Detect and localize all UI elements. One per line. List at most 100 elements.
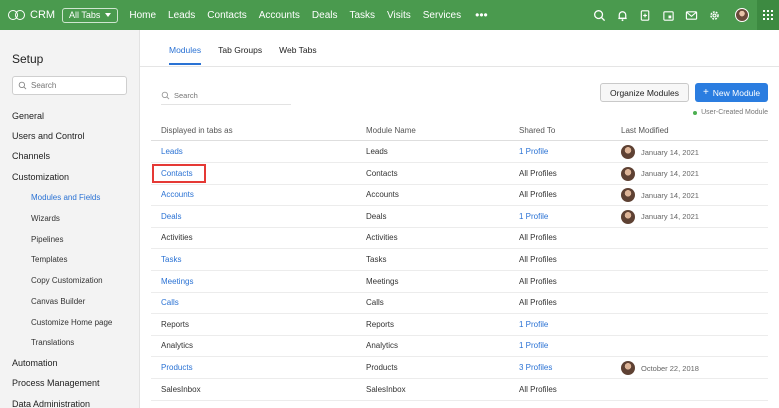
sidebar-subitem-modules-and-fields[interactable]: Modules and Fields — [31, 193, 100, 202]
cell-shared-to[interactable]: 1 Profile — [519, 341, 548, 350]
cell-display-name[interactable]: Calls — [161, 298, 179, 307]
sidebar-item-automation[interactable]: Automation — [12, 358, 58, 368]
tab-modules[interactable]: Modules — [169, 45, 202, 65]
legend-dot — [693, 110, 698, 115]
crm-logo[interactable]: CRM — [8, 9, 60, 21]
sidebar-subitem-canvas-builder[interactable]: Canvas Builder — [31, 297, 85, 306]
mail-icon[interactable] — [684, 8, 698, 22]
modifier-avatar[interactable] — [621, 361, 635, 375]
new-module-button[interactable]: + New Module — [695, 83, 768, 102]
sidebar-item-users-and-control[interactable]: Users and Control — [12, 131, 85, 141]
top-icons — [583, 0, 749, 30]
nav-visits[interactable]: Visits — [387, 10, 411, 21]
sidebar-item-data-administration[interactable]: Data Administration — [12, 399, 90, 408]
cell-module-name: SalesInbox — [366, 384, 406, 394]
tab-tab-groups[interactable]: Tab Groups — [218, 45, 262, 65]
plus-icon: + — [702, 86, 709, 98]
all-tabs-dropdown[interactable]: All Tabs — [62, 7, 119, 23]
table-header: Displayed in tabs as Module Name Shared … — [151, 119, 768, 141]
apps-grid-button[interactable] — [757, 0, 779, 30]
table-row[interactable]: SalesInbox SalesInbox All Profiles — [151, 379, 768, 401]
cell-display-name: Analytics — [161, 341, 194, 351]
table-row[interactable]: Contacts Contacts All Profiles January 14, … — [151, 163, 768, 185]
table-row[interactable]: Accounts Accounts All Profiles January 14, … — [151, 184, 768, 207]
legend-label: User-Created Module — [701, 109, 768, 116]
sidebar-item-channels[interactable]: Channels — [12, 151, 50, 161]
table-row[interactable]: Calls Calls All Profiles — [151, 292, 768, 315]
modified-date: January 14, 2021 — [641, 190, 699, 200]
cell-display-name[interactable]: Leads — [161, 147, 183, 156]
search-icon[interactable] — [592, 8, 606, 22]
add-record-icon[interactable] — [638, 8, 652, 22]
cell-shared-to: All Profiles — [519, 190, 557, 200]
table-row[interactable]: Deals Deals 1 Profile January 14, 2021 — [151, 206, 768, 228]
sidebar-search-input[interactable] — [31, 81, 121, 90]
gear-icon[interactable] — [707, 8, 721, 22]
table-row[interactable]: Tasks Tasks All Profiles — [151, 249, 768, 271]
sidebar-item-general[interactable]: General — [12, 111, 44, 121]
sidebar-search[interactable] — [12, 76, 127, 95]
modifier-avatar[interactable] — [621, 166, 635, 181]
cell-display-name[interactable]: Tasks — [161, 255, 181, 264]
cell-module-name: Contacts — [366, 168, 398, 178]
modifier-avatar[interactable] — [621, 145, 635, 159]
more-modules-icon[interactable]: ••• — [475, 9, 488, 21]
sidebar-subitem-templates[interactable]: Templates — [31, 255, 67, 264]
cell-shared-to[interactable]: 1 Profile — [519, 212, 548, 221]
module-nav: Home Leads Contacts Accounts Deals Tasks… — [129, 0, 487, 30]
table-row[interactable]: Reports Reports 1 Profile — [151, 314, 768, 336]
app-name: CRM — [30, 9, 56, 21]
cell-display-name[interactable]: Accounts — [161, 190, 194, 199]
calendar-icon[interactable] — [661, 8, 675, 22]
cell-display-name: SalesInbox — [161, 384, 201, 394]
cell-shared-to[interactable]: 1 Profile — [519, 320, 548, 329]
nav-accounts[interactable]: Accounts — [259, 10, 300, 21]
module-search-input[interactable] — [174, 91, 284, 100]
nav-home[interactable]: Home — [129, 10, 156, 21]
table-row[interactable]: Meetings Meetings All Profiles — [151, 271, 768, 293]
module-search[interactable] — [161, 87, 291, 105]
table-row[interactable]: Analytics Analytics 1 Profile — [151, 335, 768, 358]
table-row[interactable]: Leads Leads 1 Profile January 14, 2021 — [151, 141, 768, 163]
sidebar-subitem-copy-customization[interactable]: Copy Customization — [31, 276, 103, 285]
organize-modules-button[interactable]: Organize Modules — [600, 83, 689, 102]
sidebar-subitem-pipelines[interactable]: Pipelines — [31, 235, 63, 244]
caret-down-icon — [105, 13, 112, 17]
cell-shared-to[interactable]: 1 Profile — [519, 147, 548, 156]
sidebar-subitem-customize-home-page[interactable]: Customize Home page — [31, 318, 112, 327]
cell-display-name[interactable]: Deals — [161, 212, 181, 221]
nav-tasks[interactable]: Tasks — [349, 10, 375, 21]
cell-shared-to[interactable]: 3 Profiles — [519, 363, 552, 372]
top-nav-bar: CRM All Tabs Home Leads Contacts Account… — [0, 0, 779, 30]
sidebar-subitem-translations[interactable]: Translations — [31, 338, 74, 347]
header-displayed-in-tabs: Displayed in tabs as — [161, 126, 233, 135]
search-icon — [18, 81, 27, 90]
sidebar-item-customization[interactable]: Customization — [12, 172, 69, 182]
nav-leads[interactable]: Leads — [168, 10, 195, 21]
bell-icon[interactable] — [615, 8, 629, 22]
tab-divider — [140, 66, 779, 67]
header-last-modified: Last Modified — [621, 126, 669, 135]
sidebar-subitem-wizards[interactable]: Wizards — [31, 214, 60, 223]
table-row[interactable]: Products Products 3 Profiles October 22, 20… — [151, 357, 768, 379]
cell-last-modified: January 14, 2021 — [621, 145, 699, 159]
modified-date: October 22, 2018 — [641, 363, 699, 373]
cell-shared-to: All Profiles — [519, 384, 557, 394]
nav-deals[interactable]: Deals — [312, 10, 338, 21]
sidebar-item-process-management[interactable]: Process Management — [12, 378, 100, 388]
table-row[interactable]: Activities Activities All Profiles — [151, 227, 768, 250]
cell-module-name: Accounts — [366, 190, 399, 200]
nav-services[interactable]: Services — [423, 10, 461, 21]
cell-display-name[interactable]: Products — [161, 363, 193, 372]
cell-shared-to: All Profiles — [519, 298, 557, 308]
tab-web-tabs[interactable]: Web Tabs — [279, 45, 317, 65]
cell-shared-to: All Profiles — [519, 233, 557, 243]
nav-contacts[interactable]: Contacts — [207, 10, 246, 21]
modified-date: January 14, 2021 — [641, 212, 699, 222]
user-avatar[interactable] — [735, 8, 749, 22]
cell-module-name: Meetings — [366, 276, 399, 286]
cell-module-name: Tasks — [366, 255, 387, 264]
cell-display-name[interactable]: Meetings — [161, 277, 193, 286]
modifier-avatar[interactable] — [621, 188, 635, 203]
modifier-avatar[interactable] — [621, 209, 635, 224]
